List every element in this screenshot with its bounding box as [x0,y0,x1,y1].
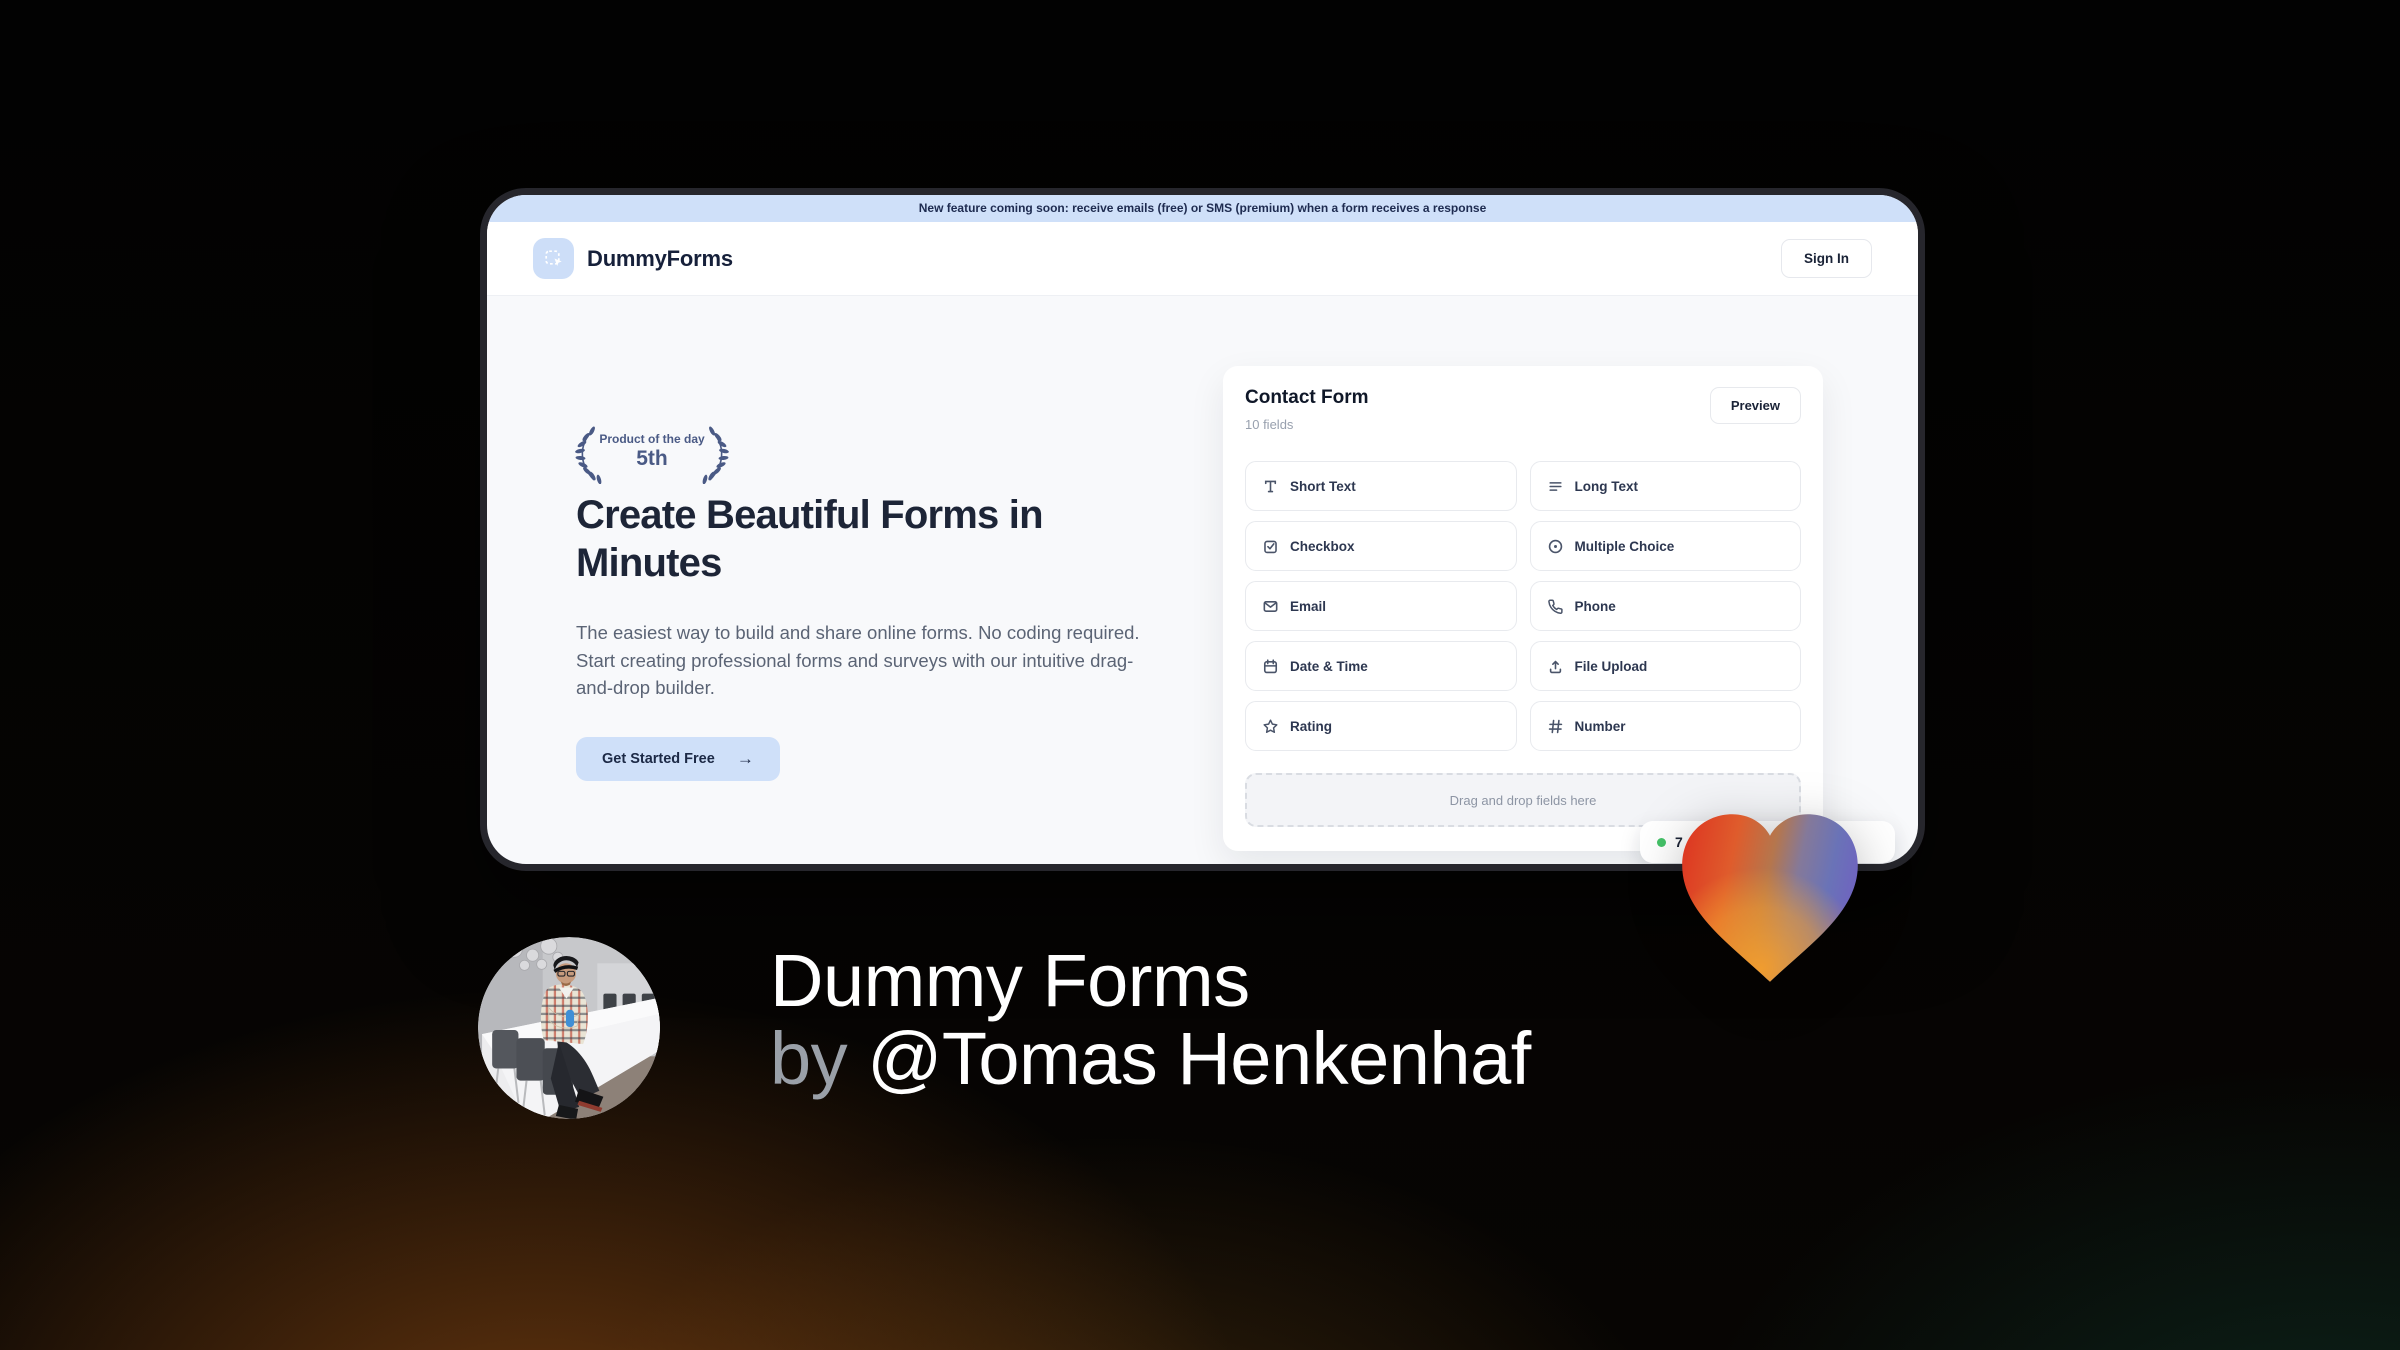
announcement-banner: New feature coming soon: receive emails … [487,195,1918,222]
hash-icon [1547,718,1564,735]
checkbox-icon [1262,538,1279,555]
credit-byline: by @Tomas Henkenhaf [770,1020,1531,1098]
field-type-label: Short Text [1290,478,1356,494]
byline-handle: @Tomas Henkenhaf [867,1017,1531,1100]
field-type-label: Phone [1574,598,1616,614]
field-type-label: Rating [1290,718,1332,734]
laurel-branch-icon [575,426,602,484]
laurel-branch-icon [702,426,729,484]
product-of-the-day-badge: Product of the day 5th [575,425,729,485]
site-header: DummyForms Sign In [487,222,1918,296]
field-type-label: File Upload [1574,658,1648,674]
field-type-label: Date & Time [1290,658,1368,674]
radio-icon [1547,538,1564,555]
envelope-icon [1262,598,1279,615]
maker-avatar [478,937,660,1119]
field-type-checkbox[interactable]: Checkbox [1245,521,1517,571]
sign-in-button[interactable]: Sign In [1781,239,1872,278]
arrow-right-icon: → [736,749,754,768]
credit-text: Dummy Forms by @Tomas Henkenhaf [770,942,1531,1098]
get-started-label: Get Started Free [602,751,715,767]
byline-prefix: by [770,1017,868,1100]
heart-icon [1682,814,1858,982]
align-left-icon [1547,478,1564,495]
phone-icon [1547,598,1564,615]
hero-description: The easiest way to build and share onlin… [576,622,1140,698]
field-type-file-upload[interactable]: File Upload [1529,641,1801,691]
preview-button[interactable]: Preview [1709,387,1801,424]
field-type-phone[interactable]: Phone [1529,581,1801,631]
hero-title: Create Beautiful Forms in Minutes [576,493,1044,585]
field-type-rating[interactable]: Rating [1245,701,1517,751]
green-dot-icon [1657,837,1666,847]
field-type-label: Multiple Choice [1574,538,1675,554]
browser-window: New feature coming soon: receive emails … [480,188,1925,871]
credit-title: Dummy Forms [770,939,1250,1022]
field-type-email[interactable]: Email [1245,581,1517,631]
field-type-long-text[interactable]: Long Text [1529,461,1801,511]
field-type-label: Long Text [1574,478,1639,494]
field-type-multiple-choice[interactable]: Multiple Choice [1529,521,1801,571]
field-type-label: Number [1574,718,1626,734]
field-type-number[interactable]: Number [1529,701,1801,751]
field-type-label: Email [1290,598,1327,614]
calendar-icon [1262,658,1279,675]
promo-canvas: New feature coming soon: receive emails … [0,0,2400,1350]
field-type-date-time[interactable]: Date & Time [1245,641,1517,691]
field-type-label: Checkbox [1290,538,1355,554]
type-icon [1262,478,1279,495]
upload-icon [1547,658,1564,675]
get-started-button[interactable]: Get Started Free → [576,737,780,781]
brand-name: DummyForms [587,245,733,271]
field-type-grid: Short Text Long Text Checkbox Multiple Choi… [1245,461,1801,751]
star-icon [1262,718,1279,735]
dummyforms-logo-icon [533,238,574,279]
form-builder-card: Contact Form 10 fields Preview Short Tex… [1223,366,1823,851]
field-type-short-text[interactable]: Short Text [1245,461,1517,511]
